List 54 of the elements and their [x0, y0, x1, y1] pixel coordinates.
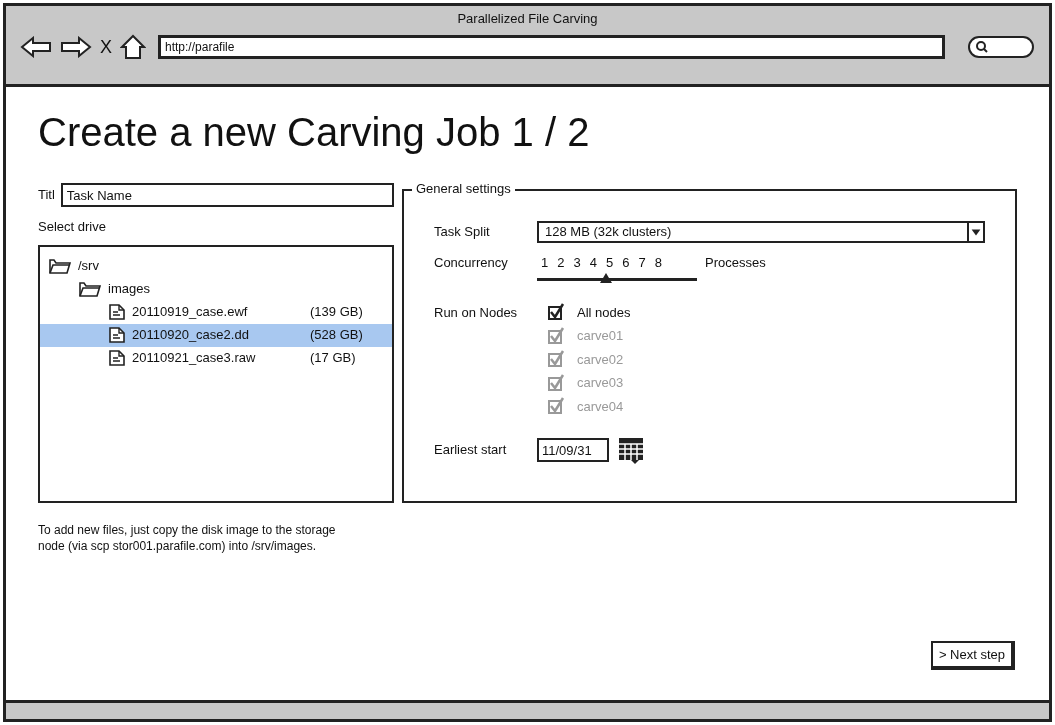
tick-label: 6	[622, 254, 630, 272]
field-label: Titl	[38, 186, 55, 205]
slider-track[interactable]	[537, 272, 697, 283]
file-size: (139 GB)	[310, 303, 363, 322]
checkbox-label: carve04	[577, 397, 624, 416]
file-name: 20110920_case2.dd	[132, 326, 250, 345]
window-title: Parallelized File Carving	[457, 10, 598, 28]
back-icon[interactable]	[20, 35, 52, 58]
tick-label: 1	[541, 254, 549, 272]
file-icon	[108, 349, 126, 367]
tree-item[interactable]: 20110921_case3.raw (17 GB)	[40, 346, 392, 370]
task-split-dropdown[interactable]: 128 MB (32k clusters)	[537, 221, 985, 243]
address-field[interactable]: http://parafile	[158, 34, 945, 59]
file-icon	[108, 326, 126, 344]
checkbox-label: carve01	[577, 327, 624, 345]
field-label: Task Split	[434, 223, 491, 242]
unit-label: Processes	[705, 254, 766, 272]
file-name: 20110919_case.ewf	[132, 303, 249, 322]
home-icon[interactable]	[120, 33, 146, 60]
checkbox-label: carve03	[577, 374, 624, 392]
folder-icon	[78, 280, 102, 298]
tick-label: 7	[638, 254, 646, 272]
tick-label: 3	[573, 254, 581, 272]
folder-name: images	[108, 280, 150, 299]
checkbox[interactable]	[547, 303, 565, 322]
folder-name: /srv	[78, 257, 99, 276]
field-label: Earliest start	[434, 441, 508, 460]
tick-label: 2	[557, 254, 565, 272]
calendar-icon[interactable]	[617, 436, 645, 464]
tick-label: 4	[589, 254, 597, 272]
date-field[interactable]: 11/09/31	[537, 438, 609, 462]
forward-icon[interactable]	[60, 35, 92, 58]
file-icon	[108, 303, 126, 321]
tick-label: 8	[654, 254, 662, 272]
file-name: 20110921_case3.raw	[132, 349, 257, 368]
field-label: Concurrency	[434, 254, 509, 272]
file-size: (528 GB)	[310, 326, 363, 345]
field-label: Run on Nodes	[434, 303, 519, 322]
stop-button[interactable]: X	[100, 37, 112, 56]
file-size: (17 GB)	[310, 349, 356, 368]
search-icon[interactable]	[967, 33, 1035, 60]
folder-icon	[48, 257, 72, 275]
help-text: To add new files, just copy the disk image to the storage node (via scp stor001.parafile.com) into /srv/images.	[38, 523, 337, 555]
title-field[interactable]: Task Name	[60, 183, 394, 207]
caret-icon	[967, 223, 983, 241]
checkbox-label: carve02	[577, 350, 624, 369]
page-heading: Create a new Carving Job 1 / 2	[38, 109, 591, 156]
next-step-button[interactable]: > Next step	[930, 640, 1015, 670]
tree-item[interactable]: 20110920_case2.dd (528 GB)	[40, 323, 392, 347]
tree-item[interactable]: 20110919_case.ewf (139 GB)	[40, 300, 392, 324]
slider-thumb[interactable]	[599, 272, 612, 283]
checkbox-label: All nodes	[577, 303, 631, 322]
section-label: Select drive	[38, 218, 107, 236]
tick-label: 5	[605, 254, 614, 272]
